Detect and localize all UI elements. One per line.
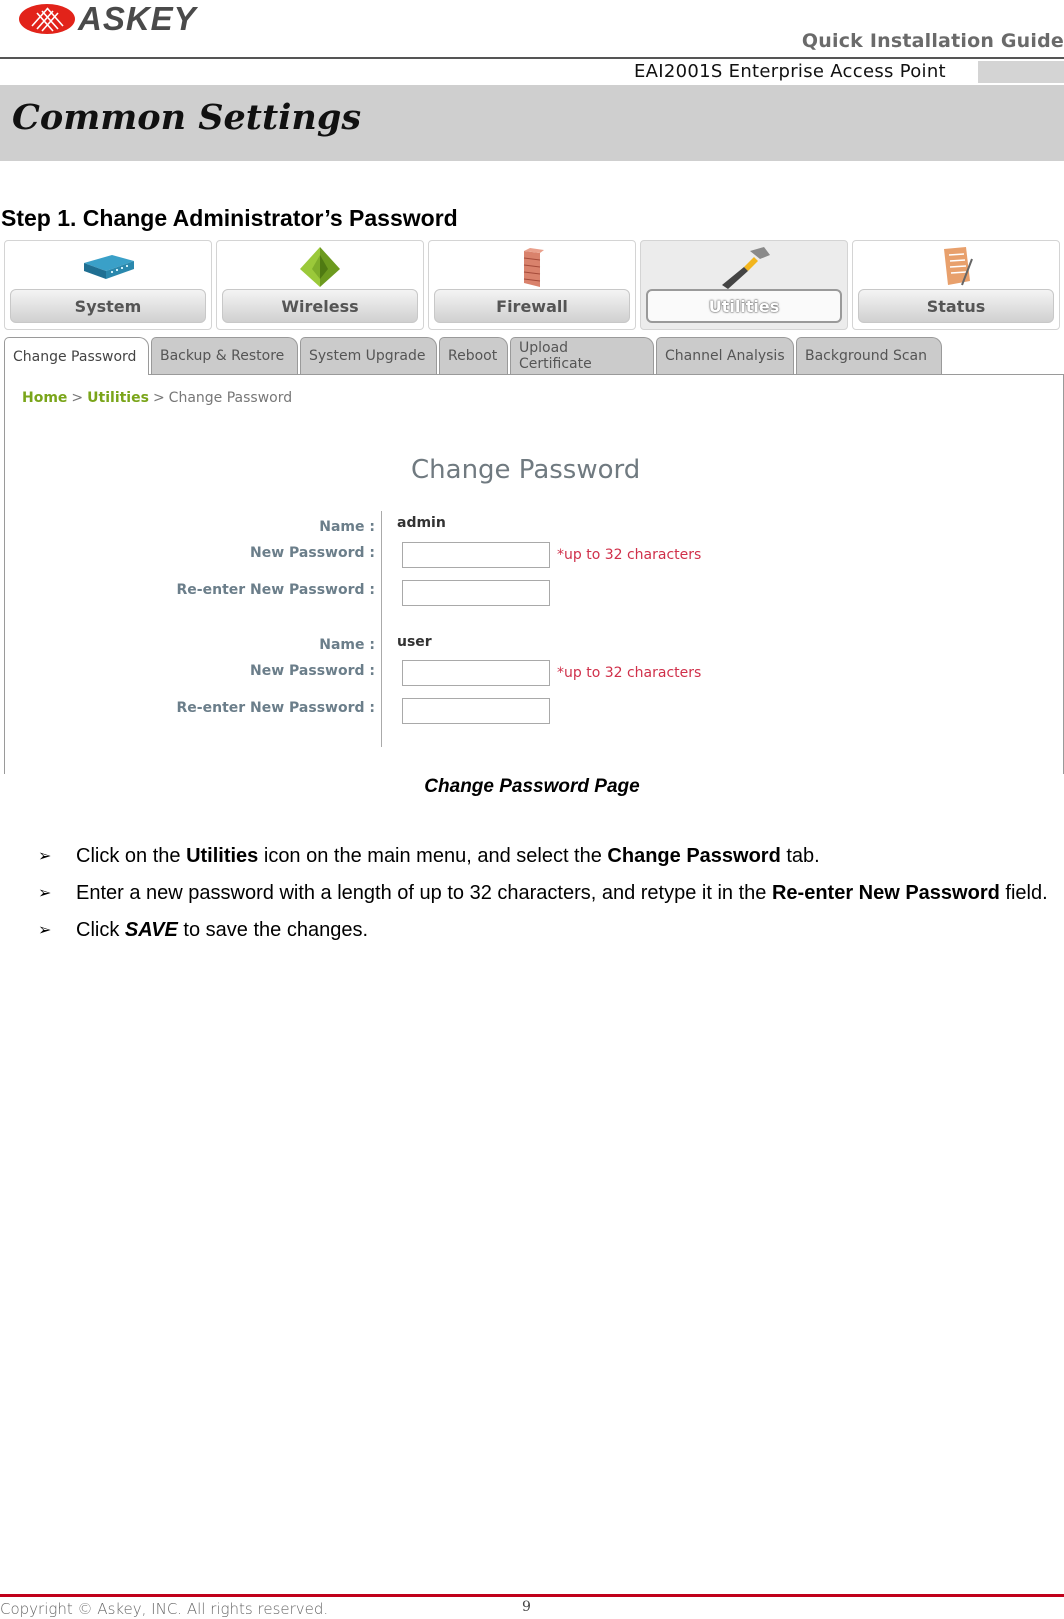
breadcrumb-current: Change Password [168, 390, 293, 406]
user-reenter-password-label: Re-enter New Password : [176, 700, 375, 716]
tab-upload-certificate[interactable]: Upload Certificate [510, 337, 654, 374]
instruction-item: ➢ Click on the Utilities icon on the main… [38, 838, 1048, 875]
product-name: EAI2001S Enterprise Access Point [634, 61, 946, 82]
tab-change-password[interactable]: Change Password [4, 337, 149, 375]
instruction-text: to save the changes. [177, 919, 369, 941]
admin-new-password-label: New Password : [250, 545, 375, 561]
admin-reenter-password-input[interactable] [402, 580, 550, 606]
instruction-text: Click [76, 919, 125, 941]
breadcrumb-separator: > [152, 390, 165, 406]
breadcrumb-utilities[interactable]: Utilities [87, 390, 149, 406]
page-number: 9 [522, 1599, 531, 1615]
tab-backup-restore[interactable]: Backup & Restore [151, 337, 298, 374]
router-icon [84, 255, 134, 279]
instruction-text: tab. [780, 845, 820, 867]
askey-logo-icon [19, 4, 75, 34]
askey-logo: ASKEY [18, 2, 228, 36]
antenna-pyramid-icon [300, 247, 340, 287]
user-new-password-label: New Password : [250, 663, 375, 679]
arrow-bullet-icon: ➢ [38, 922, 52, 939]
guide-title: Quick Installation Guide [801, 30, 1064, 52]
instruction-text: SAVE [124, 919, 178, 941]
user-name-label: Name : [319, 637, 375, 653]
user-new-password-input[interactable] [402, 660, 550, 686]
tab-channel-analysis[interactable]: Channel Analysis [656, 337, 794, 374]
instruction-text: Change Password [607, 845, 781, 867]
user-reenter-password-input[interactable] [402, 698, 550, 724]
menu-tile-firewall[interactable]: Firewall [428, 240, 636, 330]
menu-tile-wireless[interactable]: Wireless [216, 240, 424, 330]
menu-tile-utilities[interactable]: Utilities [640, 240, 848, 330]
arrow-bullet-icon: ➢ [38, 848, 52, 865]
instruction-text: icon on the main menu, and select the [258, 845, 608, 867]
form-title: Change Password [411, 455, 641, 485]
instruction-item: ➢ Enter a new password with a length of u… [38, 875, 1048, 912]
firewall-brick-icon [523, 248, 544, 287]
menu-button-label: Firewall [434, 289, 630, 323]
logo-text: ASKEY [78, 0, 197, 37]
menu-tile-status[interactable]: Status [852, 240, 1060, 330]
admin-reenter-password-label: Re-enter New Password : [176, 582, 375, 598]
instruction-list: ➢ Click on the Utilities icon on the main… [38, 838, 1048, 949]
tab-reboot[interactable]: Reboot [439, 337, 508, 374]
notepad-icon [944, 247, 973, 286]
form-divider [381, 511, 382, 747]
menu-button-label: Utilities [646, 289, 842, 323]
arrow-bullet-icon: ➢ [38, 885, 52, 902]
figure-caption: Change Password Page [424, 776, 640, 797]
utilities-tabs: Change Password Backup & Restore System … [4, 337, 1064, 375]
footer-divider [0, 1594, 1064, 1597]
menu-button-label: System [10, 289, 206, 323]
breadcrumb: Home > Utilities > Change Password [22, 390, 292, 406]
instruction-text: Click on the [76, 845, 187, 867]
tab-background-scan[interactable]: Background Scan [796, 337, 942, 374]
header-divider [0, 57, 1064, 59]
menu-button-label: Wireless [222, 289, 418, 323]
admin-name-value: admin [397, 515, 446, 531]
admin-password-hint: *up to 32 characters [557, 547, 702, 563]
step-title: Step 1. Change Administrator’s Password [1, 205, 458, 231]
menu-tile-system[interactable]: System [4, 240, 212, 330]
instruction-item: ➢ Click SAVE to save the changes. [38, 912, 1048, 949]
breadcrumb-separator: > [71, 390, 84, 406]
instruction-text: Re-enter New Password [771, 882, 1000, 904]
instruction-text: field. [999, 882, 1048, 904]
admin-new-password-input[interactable] [402, 542, 550, 568]
tab-system-upgrade[interactable]: System Upgrade [300, 337, 437, 374]
instruction-text: Utilities [186, 845, 259, 867]
header-gray-block [978, 61, 1064, 83]
user-name-value: user [397, 634, 432, 650]
breadcrumb-home[interactable]: Home [22, 390, 67, 406]
admin-name-label: Name : [319, 519, 375, 535]
hammer-icon [722, 247, 770, 289]
copyright: Copyright © Askey, INC. All rights reser… [0, 1600, 329, 1618]
section-title: Common Settings [12, 97, 362, 138]
menu-button-label: Status [858, 289, 1054, 323]
user-password-hint: *up to 32 characters [557, 665, 702, 681]
instruction-text: Enter a new password with a length of up… [76, 882, 772, 904]
